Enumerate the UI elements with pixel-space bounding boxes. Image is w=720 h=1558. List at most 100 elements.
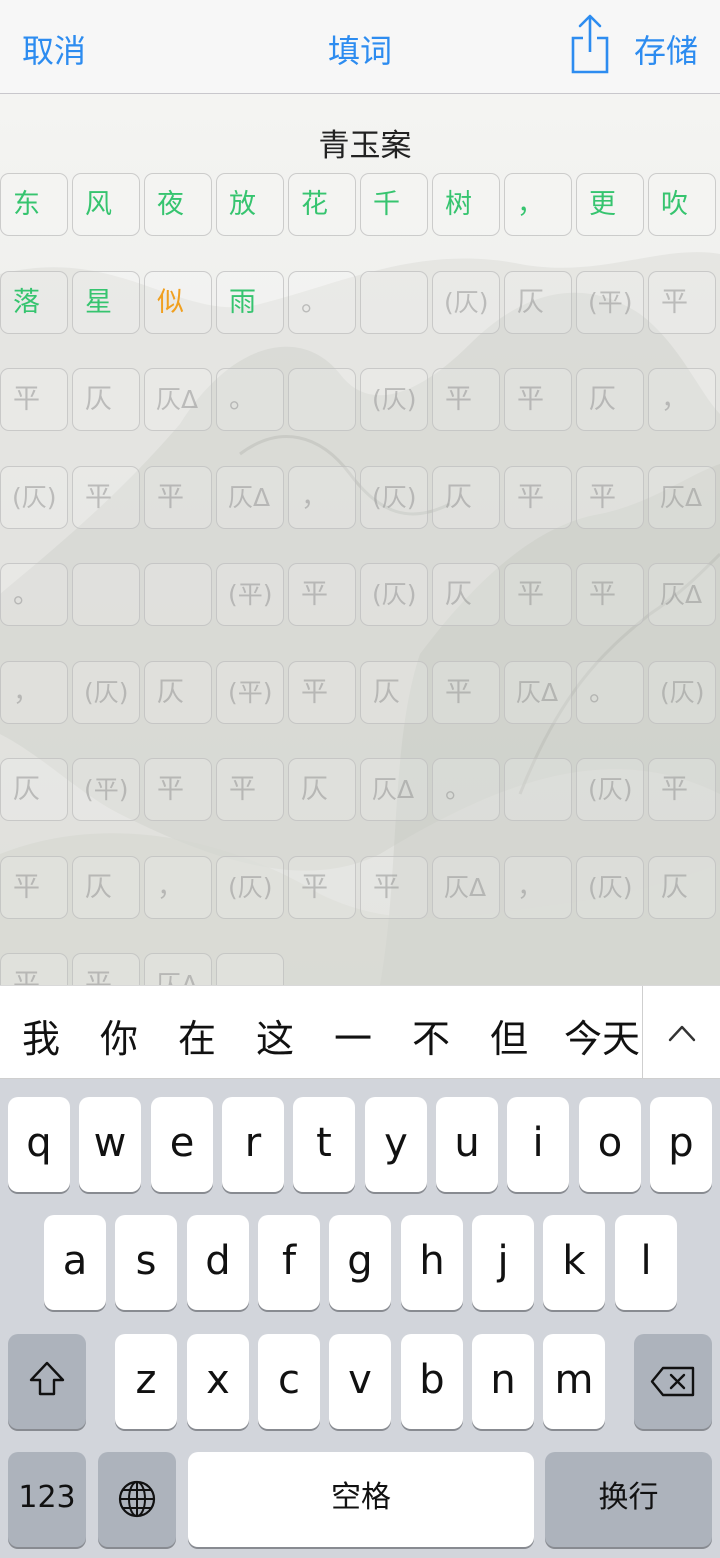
character-cell[interactable]: (仄) (360, 465, 428, 529)
character-cell[interactable]: 平 (288, 563, 356, 626)
key-w[interactable]: w (79, 1097, 141, 1192)
character-cell[interactable]: ， (504, 855, 572, 919)
character-cell[interactable]: 平 (216, 758, 284, 821)
character-cell[interactable]: 仄 (0, 758, 68, 821)
character-cell[interactable]: 仄Δ (648, 465, 716, 529)
candidate-word[interactable]: 今天 (564, 1008, 640, 1063)
character-cell[interactable]: 吹 (648, 173, 716, 236)
character-cell[interactable] (504, 758, 572, 821)
character-cell[interactable]: 平 (144, 758, 212, 821)
delete-key[interactable] (634, 1334, 712, 1429)
character-cell[interactable]: 平 (0, 855, 68, 919)
key-r[interactable]: r (222, 1097, 284, 1192)
key-b[interactable]: b (401, 1334, 463, 1429)
character-cell[interactable]: 平 (0, 368, 68, 431)
save-button[interactable]: 存储 (634, 26, 698, 72)
character-cell[interactable] (216, 953, 284, 985)
character-cell[interactable]: 雨 (216, 270, 284, 334)
character-cell[interactable]: 更 (576, 173, 644, 236)
key-t[interactable]: t (293, 1097, 355, 1192)
character-cell[interactable]: (仄) (216, 855, 284, 919)
character-cell[interactable]: 仄 (576, 368, 644, 431)
numbers-key[interactable]: 123 (8, 1452, 86, 1547)
character-cell[interactable]: 平 (288, 660, 356, 724)
globe-key[interactable] (98, 1452, 176, 1547)
character-cell[interactable]: 。 (216, 368, 284, 431)
character-cell[interactable]: 仄Δ (144, 953, 212, 985)
character-cell[interactable]: 仄Δ (648, 563, 716, 626)
character-cell[interactable]: 仄Δ (504, 660, 572, 724)
character-cell[interactable]: 仄 (648, 855, 716, 919)
character-cell[interactable]: (仄) (432, 270, 500, 334)
character-cell[interactable] (360, 270, 428, 334)
key-c[interactable]: c (258, 1334, 320, 1429)
character-cell[interactable]: 平 (288, 855, 356, 919)
return-key[interactable]: 换行 (545, 1452, 712, 1547)
key-s[interactable]: s (115, 1215, 177, 1310)
character-cell[interactable]: 似 (144, 270, 212, 334)
key-n[interactable]: n (472, 1334, 534, 1429)
key-e[interactable]: e (151, 1097, 213, 1192)
character-cell[interactable] (72, 563, 140, 626)
candidate-word[interactable]: 我 (22, 1008, 60, 1063)
key-a[interactable]: a (44, 1215, 106, 1310)
expand-candidates-button[interactable] (642, 986, 720, 1080)
candidate-word[interactable]: 一 (334, 1008, 372, 1063)
character-cell[interactable]: 风 (72, 173, 140, 236)
character-cell[interactable] (144, 563, 212, 626)
character-cell[interactable]: 东 (0, 173, 68, 236)
character-cell[interactable]: 。 (432, 758, 500, 821)
key-z[interactable]: z (115, 1334, 177, 1429)
key-k[interactable]: k (543, 1215, 605, 1310)
character-cell[interactable]: 仄 (432, 465, 500, 529)
key-v[interactable]: v (329, 1334, 391, 1429)
character-cell[interactable]: 落 (0, 270, 68, 334)
character-cell[interactable]: ， (144, 855, 212, 919)
candidate-word[interactable]: 但 (490, 1008, 528, 1063)
character-cell[interactable]: 仄 (360, 660, 428, 724)
key-i[interactable]: i (507, 1097, 569, 1192)
character-cell[interactable]: (平) (216, 563, 284, 626)
character-cell[interactable]: 平 (360, 855, 428, 919)
character-cell[interactable]: 平 (648, 758, 716, 821)
character-cell[interactable]: 仄 (432, 563, 500, 626)
key-j[interactable]: j (472, 1215, 534, 1310)
key-m[interactable]: m (543, 1334, 605, 1429)
candidate-word[interactable]: 你 (100, 1008, 138, 1063)
character-cell[interactable]: 仄 (72, 855, 140, 919)
character-cell[interactable]: 平 (504, 465, 572, 529)
character-cell[interactable]: 平 (504, 368, 572, 431)
character-cell[interactable]: 平 (432, 368, 500, 431)
key-u[interactable]: u (436, 1097, 498, 1192)
character-cell[interactable]: 平 (0, 953, 68, 985)
character-cell[interactable] (288, 368, 356, 431)
character-cell[interactable]: 。 (288, 270, 356, 334)
character-cell[interactable]: 平 (72, 465, 140, 529)
character-cell[interactable]: 平 (576, 563, 644, 626)
candidate-word[interactable]: 在 (178, 1008, 216, 1063)
character-cell[interactable]: (仄) (576, 855, 644, 919)
candidate-word[interactable]: 不 (412, 1008, 450, 1063)
character-cell[interactable]: 花 (288, 173, 356, 236)
character-cell[interactable]: (仄) (72, 660, 140, 724)
share-icon[interactable] (568, 14, 612, 76)
key-l[interactable]: l (615, 1215, 677, 1310)
character-cell[interactable]: 仄Δ (360, 758, 428, 821)
character-cell[interactable]: (仄) (576, 758, 644, 821)
character-cell[interactable]: 放 (216, 173, 284, 236)
character-cell[interactable]: 。 (0, 563, 68, 626)
character-cell[interactable]: 平 (72, 953, 140, 985)
key-f[interactable]: f (258, 1215, 320, 1310)
character-cell[interactable]: (仄) (360, 563, 428, 626)
character-cell[interactable]: (平) (576, 270, 644, 334)
character-cell[interactable]: ， (504, 173, 572, 236)
candidate-word[interactable]: 这 (256, 1008, 294, 1063)
character-cell[interactable]: 仄 (72, 368, 140, 431)
character-cell[interactable]: 仄Δ (216, 465, 284, 529)
character-cell[interactable]: (仄) (0, 465, 68, 529)
character-cell[interactable]: 夜 (144, 173, 212, 236)
character-cell[interactable]: ， (0, 660, 68, 724)
character-cell[interactable]: ， (288, 465, 356, 529)
shift-key[interactable] (8, 1334, 86, 1429)
character-cell[interactable]: 仄Δ (144, 368, 212, 431)
